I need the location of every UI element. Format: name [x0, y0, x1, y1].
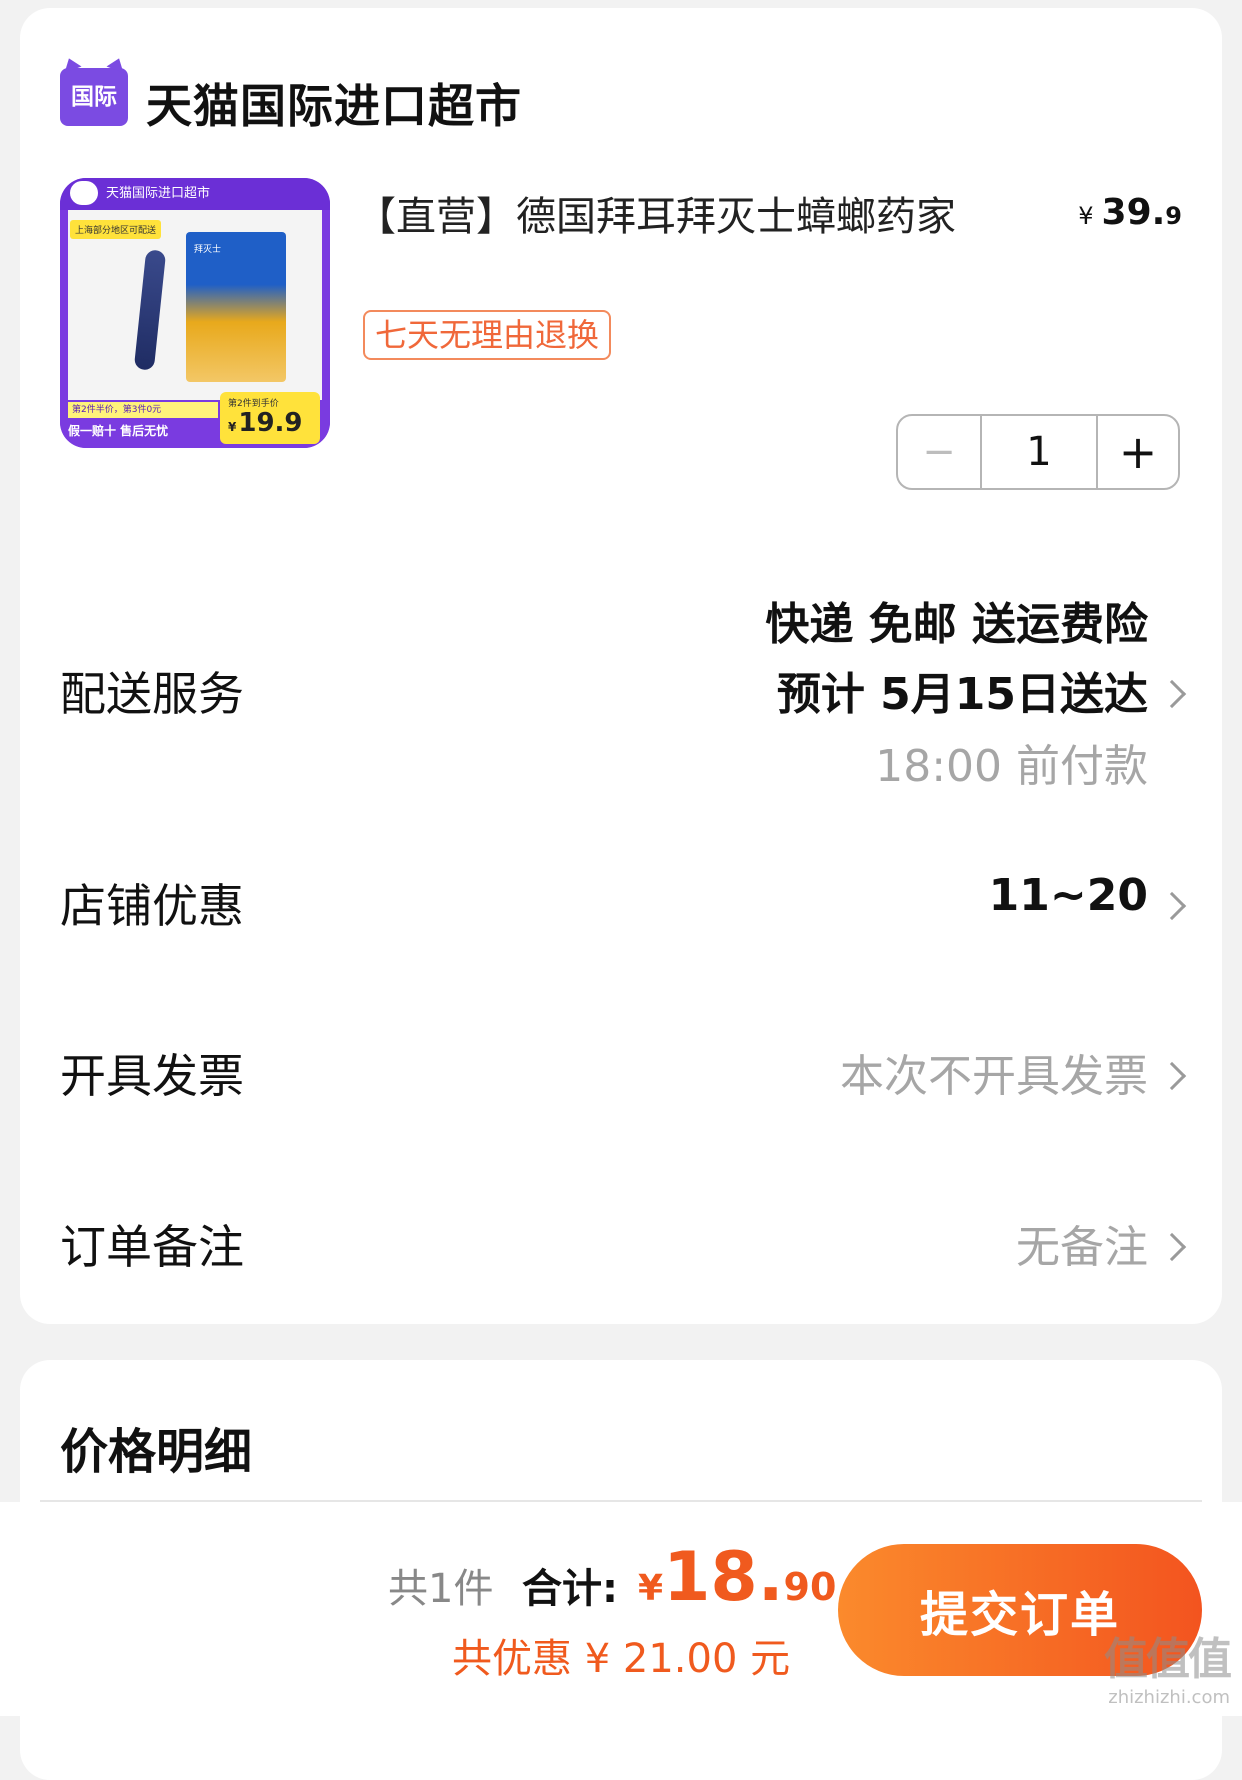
- product-box-label: 拜灭士: [194, 245, 222, 255]
- store-coupon-label: 店铺优惠: [60, 879, 244, 933]
- promo-price-value: 19.9: [238, 408, 303, 438]
- store-name[interactable]: 天猫国际进口超市: [146, 70, 522, 136]
- quantity-plus-button[interactable]: +: [1098, 416, 1178, 488]
- order-card: 国际 天猫国际进口超市 天猫国际进口超市 上海部分地区可配送 拜灭士 第2件半价…: [20, 8, 1222, 1324]
- chevron-right-icon: [1157, 1232, 1187, 1262]
- promo-price-yen: ¥: [228, 420, 237, 434]
- return-policy-badge: 七天无理由退换: [363, 310, 612, 360]
- watermark: 值值值 zhizhizhi.com: [1104, 1623, 1232, 1708]
- promo-line-2: 假一赔十 售后无忧: [68, 424, 169, 438]
- quantity-minus-button[interactable]: −: [898, 416, 982, 488]
- store-coupon-value: 11~20: [988, 870, 1148, 921]
- product-image-promo: 第2件半价，第3件0元 假一赔十 售后无忧 第2件到手价 ¥19.9: [60, 392, 330, 448]
- total-int: 18.: [663, 1538, 784, 1617]
- price-detail-title: 价格明细: [60, 1424, 253, 1480]
- product-image-tag: 上海部分地区可配送: [70, 220, 162, 239]
- total-amount: ¥18.90: [638, 1538, 836, 1617]
- watermark-url: zhizhizhi.com: [1108, 1687, 1230, 1708]
- product-price-dec: 9: [1165, 202, 1182, 230]
- tmall-global-logo-icon: 国际: [60, 68, 128, 126]
- promo-price-box: 第2件到手价 ¥19.9: [220, 392, 320, 444]
- quantity-stepper[interactable]: − 1 +: [896, 414, 1180, 490]
- product-price: ¥39.9: [1078, 192, 1182, 233]
- discount-summary[interactable]: 共优惠 ¥ 21.00 元: [452, 1626, 790, 1684]
- product-image-header-text: 天猫国际进口超市: [106, 186, 211, 201]
- syringe-graphic: [133, 249, 167, 371]
- delivery-label: 配送服务: [60, 667, 244, 721]
- total-dec: 90: [783, 1565, 837, 1609]
- product-price-yen: ¥: [1078, 202, 1094, 230]
- chevron-right-icon: [1157, 679, 1187, 709]
- delivery-method: 快递 免邮 送运费险: [765, 599, 1148, 650]
- product-box-graphic: 拜灭士: [186, 232, 286, 382]
- delivery-deadline: 18:00 前付款: [875, 741, 1148, 792]
- quantity-input[interactable]: 1: [982, 416, 1098, 488]
- total-label: 合计:: [522, 1566, 618, 1612]
- promo-price: ¥19.9: [228, 408, 303, 438]
- product-price-int: 39.: [1101, 192, 1166, 233]
- item-count: 共1件: [388, 1566, 494, 1612]
- chevron-right-icon: [1157, 891, 1187, 921]
- invoice-label: 开具发票: [60, 1049, 244, 1103]
- order-note-label: 订单备注: [60, 1220, 244, 1274]
- order-note-value: 无备注: [1016, 1222, 1148, 1273]
- chevron-right-icon: [1157, 1061, 1187, 1091]
- product-image-header: 天猫国际进口超市: [60, 178, 330, 210]
- total-yen: ¥: [638, 1568, 664, 1609]
- watermark-logo: 值值值: [1104, 1634, 1232, 1685]
- invoice-value: 本次不开具发票: [840, 1051, 1148, 1102]
- product-title[interactable]: 【直营】德国拜耳拜灭士蟑螂药家: [356, 184, 1056, 242]
- delivery-estimate: 预计 5月15日送达: [776, 669, 1148, 720]
- tmall-cat-icon: [70, 181, 98, 205]
- product-image[interactable]: 天猫国际进口超市 上海部分地区可配送 拜灭士 第2件半价，第3件0元 假一赔十 …: [60, 178, 330, 448]
- product-image-body: 上海部分地区可配送 拜灭士: [68, 210, 322, 400]
- checkout-bar: 共1件 合计: ¥18.90 共优惠 ¥ 21.00 元 提交订单 值值值 zh…: [0, 1502, 1242, 1716]
- promo-line-1: 第2件半价，第3件0元: [68, 402, 218, 418]
